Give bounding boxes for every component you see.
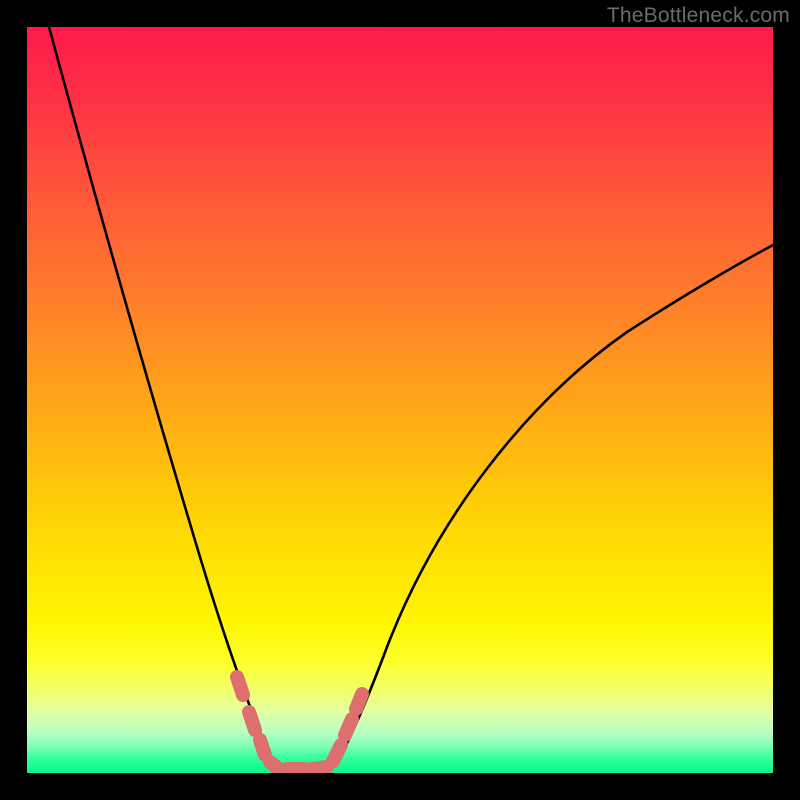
plot-area	[27, 27, 773, 773]
curve-layer	[27, 27, 773, 773]
marker-dot	[270, 762, 279, 769]
marker-dot	[333, 745, 341, 761]
bottleneck-curve	[49, 27, 773, 773]
marker-dot	[249, 712, 255, 730]
outer-frame: TheBottleneck.com	[0, 0, 800, 800]
marker-dot	[260, 740, 265, 755]
watermark-text: TheBottleneck.com	[607, 4, 790, 28]
marker-dot	[345, 719, 352, 735]
marker-dot	[312, 767, 327, 769]
marker-dot	[356, 694, 362, 709]
marker-dot	[237, 677, 243, 695]
marker-group	[237, 677, 362, 769]
